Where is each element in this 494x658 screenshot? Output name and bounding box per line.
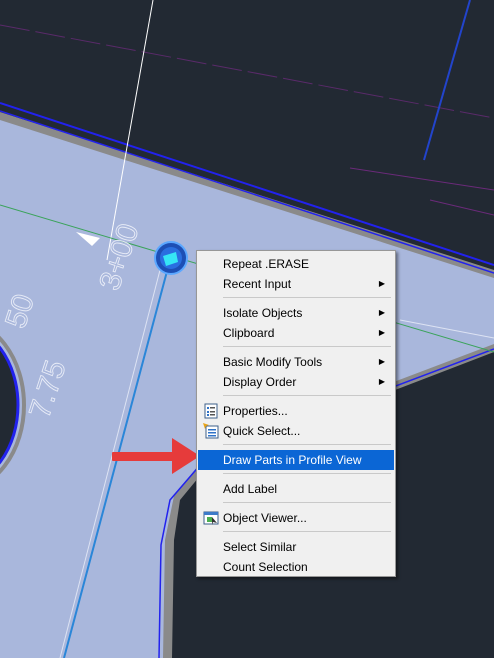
- menu-item-draw-parts-in-profile-view[interactable]: Draw Parts in Profile View: [198, 450, 394, 470]
- menu-item-repeat-erase[interactable]: Repeat .ERASE: [198, 254, 394, 274]
- menu-item-label: Quick Select...: [223, 424, 301, 438]
- menu-item-add-label[interactable]: Add Label: [198, 479, 394, 499]
- context-menu: Repeat .ERASE Recent Input ▶ Isolate Obj…: [196, 250, 396, 577]
- menu-separator: [223, 473, 391, 474]
- menu-item-label: Select Similar: [223, 540, 297, 554]
- bg-purple-line-2: [429, 199, 494, 216]
- menu-item-display-order[interactable]: Display Order ▶: [198, 372, 394, 392]
- menu-item-count-selection[interactable]: Count Selection: [198, 557, 394, 577]
- menu-separator: [223, 346, 391, 347]
- bg-dashed-line: [0, 24, 494, 119]
- submenu-arrow-icon: ▶: [378, 377, 385, 386]
- menu-item-recent-input[interactable]: Recent Input ▶: [198, 274, 394, 294]
- menu-item-isolate-objects[interactable]: Isolate Objects ▶: [198, 303, 394, 323]
- menu-separator: [223, 502, 391, 503]
- autocad-drawing-canvas[interactable]: 3+00 50 7.75 Repeat .ERASE Recent Input …: [0, 0, 494, 658]
- menu-item-object-viewer[interactable]: Object Viewer...: [198, 508, 394, 528]
- menu-item-label: Display Order: [223, 375, 297, 389]
- menu-item-properties[interactable]: Properties...: [198, 401, 394, 421]
- submenu-arrow-icon: ▶: [378, 357, 385, 366]
- menu-item-label: Repeat .ERASE: [223, 257, 310, 271]
- submenu-arrow-icon: ▶: [378, 328, 385, 337]
- submenu-arrow-icon: ▶: [378, 308, 385, 317]
- quick-select-icon: [203, 423, 219, 439]
- grip-handle-icon[interactable]: [154, 241, 188, 275]
- menu-item-label: Basic Modify Tools: [223, 355, 323, 369]
- menu-item-label: Isolate Objects: [223, 306, 303, 320]
- menu-separator: [223, 444, 391, 445]
- menu-separator: [223, 297, 391, 298]
- menu-item-label: Draw Parts in Profile View: [223, 453, 362, 467]
- menu-item-select-similar[interactable]: Select Similar: [198, 537, 394, 557]
- menu-item-label: Recent Input: [223, 277, 292, 291]
- menu-item-label: Clipboard: [223, 326, 275, 340]
- bg-blue-line: [423, 0, 471, 161]
- menu-separator: [223, 531, 391, 532]
- bg-purple-line: [349, 167, 494, 191]
- properties-icon: [203, 403, 219, 419]
- menu-item-label: Count Selection: [223, 560, 308, 574]
- menu-item-quick-select[interactable]: Quick Select...: [198, 421, 394, 441]
- menu-item-label: Properties...: [223, 404, 288, 418]
- menu-item-label: Object Viewer...: [223, 511, 307, 525]
- menu-item-basic-modify-tools[interactable]: Basic Modify Tools ▶: [198, 352, 394, 372]
- menu-item-clipboard[interactable]: Clipboard ▶: [198, 323, 394, 343]
- submenu-arrow-icon: ▶: [378, 279, 385, 288]
- menu-item-label: Add Label: [223, 482, 278, 496]
- object-viewer-icon: [203, 510, 219, 526]
- menu-separator: [223, 395, 391, 396]
